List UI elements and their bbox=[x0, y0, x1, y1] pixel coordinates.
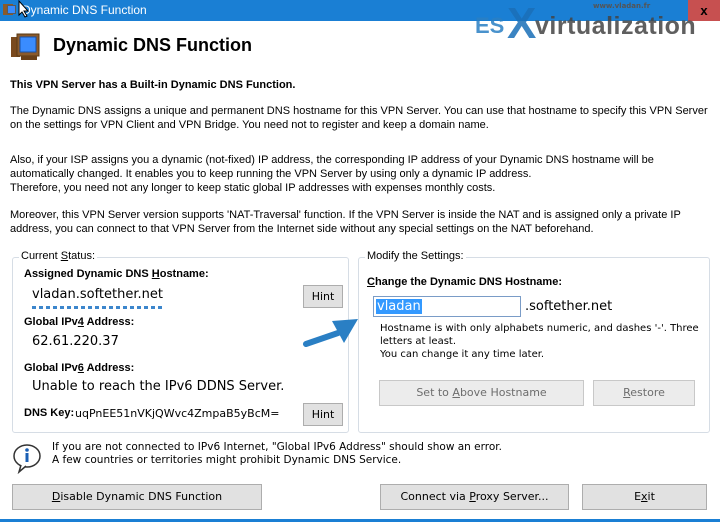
connect-proxy-button[interactable]: Connect via Proxy Server... bbox=[380, 484, 569, 510]
exit-button[interactable]: Exit bbox=[582, 484, 707, 510]
hostname-help-line1: Hostname is with only alphabets numeric,… bbox=[380, 323, 699, 334]
hostname-help-line3: You can change it any time later. bbox=[380, 349, 545, 360]
disable-ddns-button[interactable]: Disable Dynamic DNS Function bbox=[12, 484, 262, 510]
restore-button[interactable]: Restore bbox=[593, 380, 695, 406]
info-line2: A few countries or territories might pro… bbox=[52, 454, 402, 466]
intro-para3-line1: Moreover, this VPN Server version suppor… bbox=[10, 209, 681, 221]
intro-para2-line1: Also, if your ISP assigns you a dynamic … bbox=[10, 154, 654, 166]
page-title: Dynamic DNS Function bbox=[53, 35, 253, 55]
current-status-label: Current Status: bbox=[19, 250, 97, 262]
ipv6-label: Global IPv6 Address: bbox=[24, 362, 135, 374]
watermark-es: ES bbox=[475, 13, 505, 38]
ipv6-value: Unable to reach the IPv6 DDNS Server. bbox=[32, 379, 285, 394]
hostname-hint-button[interactable]: Hint bbox=[303, 285, 343, 308]
assigned-hostname-value: vladan.softether.net bbox=[32, 287, 163, 302]
domain-suffix: .softether.net bbox=[525, 299, 613, 314]
computer-icon bbox=[11, 33, 40, 60]
hostname-underline-annotation bbox=[32, 306, 164, 309]
app-icon bbox=[3, 4, 16, 15]
info-line1: If you are not connected to IPv6 Interne… bbox=[52, 441, 502, 453]
annotation-arrow-icon bbox=[303, 319, 358, 347]
hostname-help-line2: letters at least. bbox=[380, 336, 457, 347]
watermark-x: X bbox=[507, 0, 537, 48]
watermark-url: www.vladan.fr bbox=[593, 2, 651, 10]
mouse-cursor-icon bbox=[18, 0, 30, 18]
intro-para1-line1: The Dynamic DNS assigns a unique and per… bbox=[10, 105, 708, 117]
watermark-logo: www.vladan.fr ES X virtualization bbox=[475, 0, 715, 48]
modify-settings-label: Modify the Settings: bbox=[365, 250, 466, 262]
window-title: Dynamic DNS Function bbox=[22, 3, 147, 17]
ipv4-value: 62.61.220.37 bbox=[32, 334, 119, 349]
dns-key-label: DNS Key: bbox=[24, 407, 75, 419]
ipv4-label: Global IPv4 Address: bbox=[24, 316, 135, 328]
change-hostname-label: Change the Dynamic DNS Hostname: bbox=[367, 276, 562, 288]
intro-heading: This VPN Server has a Built-in Dynamic D… bbox=[10, 79, 296, 91]
hostname-input[interactable]: vladan bbox=[373, 296, 521, 317]
intro-para1-line2: on the settings for VPN Client and VPN B… bbox=[10, 119, 489, 131]
intro-para2-line3: Therefore, you need not any longer to ke… bbox=[10, 182, 496, 194]
assigned-hostname-label: Assigned Dynamic DNS Hostname: bbox=[24, 268, 209, 280]
dns-key-value: uqPnEE51nVKjQWvc4ZmpaB5yBcM= bbox=[75, 407, 280, 420]
info-icon bbox=[13, 444, 41, 474]
hostname-input-value: vladan bbox=[376, 299, 422, 314]
intro-para2-line2: automatically changed. It enables you to… bbox=[10, 168, 532, 180]
set-hostname-button[interactable]: Set to Above Hostname bbox=[379, 380, 584, 406]
intro-para3-line2: address, you can connect to that VPN Ser… bbox=[10, 223, 594, 235]
watermark-virtualization: virtualization bbox=[535, 12, 697, 40]
dns-key-hint-button[interactable]: Hint bbox=[303, 403, 343, 426]
